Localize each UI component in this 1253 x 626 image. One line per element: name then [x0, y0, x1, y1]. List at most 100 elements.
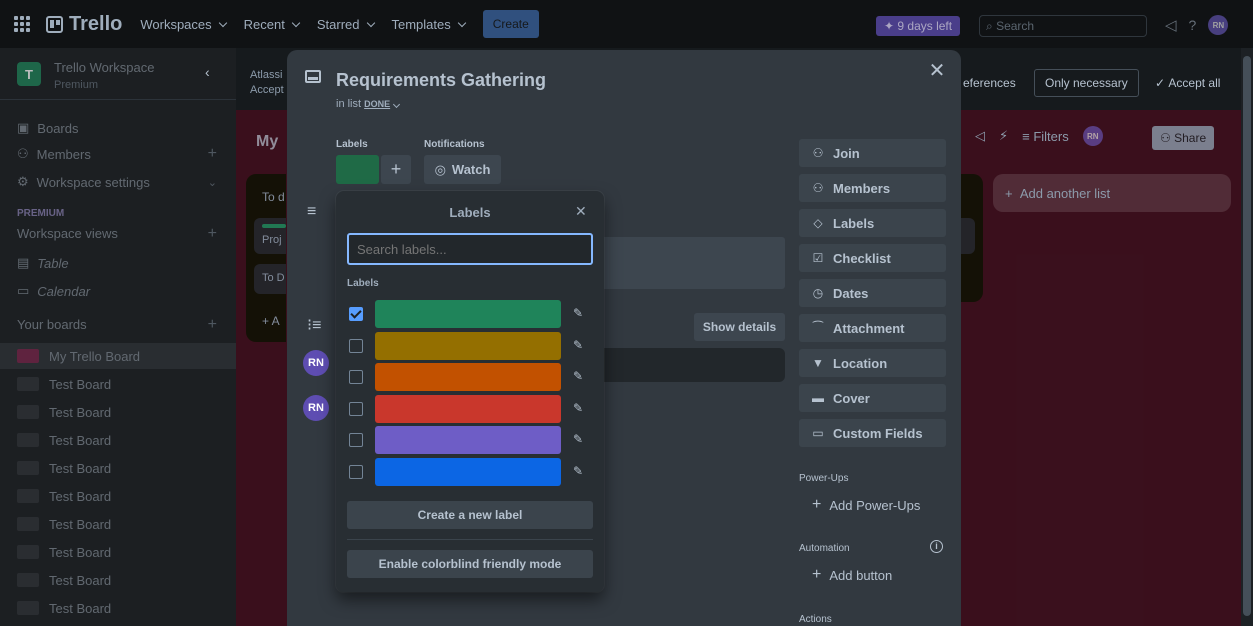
board-item[interactable]: Test Board	[0, 455, 236, 481]
label-swatch-purple[interactable]	[375, 426, 561, 454]
info-icon[interactable]: i	[930, 540, 943, 553]
card-item[interactable]: To D	[254, 264, 286, 294]
label-swatch-orange[interactable]	[375, 363, 561, 391]
board-item[interactable]: Test Board	[0, 511, 236, 537]
list-name-button[interactable]: DONE	[364, 99, 390, 109]
label-checkbox[interactable]	[349, 465, 363, 479]
location-button[interactable]: ▼ Location	[799, 349, 946, 377]
labels-button[interactable]: ◇ Labels	[799, 209, 946, 237]
close-icon[interactable]: ✕	[928, 61, 946, 81]
card-item[interactable]: Proj	[254, 218, 286, 254]
cover-button[interactable]: ▬ Cover	[799, 384, 946, 412]
watch-button[interactable]: ◎ Watch	[424, 155, 501, 184]
colorblind-mode-button[interactable]: Enable colorblind friendly mode	[347, 550, 593, 578]
pencil-icon[interactable]: ✎	[573, 401, 583, 415]
sidebar-item-settings[interactable]: ⚙ Workspace settings ⌄	[17, 174, 217, 190]
custom-fields-button[interactable]: ▭ Custom Fields	[799, 419, 946, 447]
share-button[interactable]: ⚇ Share	[1152, 126, 1215, 150]
search-input[interactable]: ⌕ Search	[979, 15, 1147, 37]
add-list-button[interactable]: + Add another list	[993, 174, 1231, 212]
label-option[interactable]: ✎	[347, 300, 593, 328]
sidebar-item-boards[interactable]: ▣ Boards	[17, 120, 217, 136]
pencil-icon[interactable]: ✎	[573, 306, 583, 320]
scrollbar[interactable]	[1241, 48, 1253, 626]
scrollbar-thumb[interactable]	[1243, 56, 1251, 616]
show-details-button[interactable]: Show details	[694, 313, 785, 341]
create-button[interactable]: Create	[482, 10, 539, 38]
card-label-chip[interactable]	[336, 155, 379, 184]
filters-button[interactable]: ≡ Filters	[1022, 129, 1069, 144]
chevron-down-icon[interactable]	[393, 100, 401, 109]
add-card-button[interactable]: + A	[262, 314, 280, 328]
nav-templates[interactable]: Templates	[392, 17, 466, 32]
board-item[interactable]: My Trello Board	[0, 343, 236, 369]
label-swatch-red[interactable]	[375, 395, 561, 423]
pencil-icon[interactable]: ✎	[573, 464, 583, 478]
attachment-button[interactable]: ⁀ Attachment	[799, 314, 946, 342]
board-title[interactable]: My	[256, 133, 278, 151]
only-necessary-button[interactable]: Only necessary	[1034, 69, 1139, 97]
nav-recent[interactable]: Recent	[244, 17, 301, 32]
board-member-avatar[interactable]: RN	[1082, 126, 1103, 146]
workspace-name[interactable]: Trello Workspace	[54, 60, 154, 75]
accept-all-button[interactable]: ✓ Accept all	[1145, 69, 1230, 97]
label-option[interactable]: ✎	[347, 426, 593, 454]
checklist-button[interactable]: ☑ Checklist	[799, 244, 946, 272]
label-option[interactable]: ✎	[347, 458, 593, 486]
trial-badge[interactable]: ✦ 9 days left	[876, 16, 961, 36]
sidebar-item-table[interactable]: ▤ Table	[17, 255, 217, 271]
pencil-icon[interactable]: ✎	[573, 338, 583, 352]
help-icon[interactable]: ?	[1189, 17, 1197, 33]
label-checkbox[interactable]	[349, 307, 363, 321]
label-option[interactable]: ✎	[347, 363, 593, 391]
list-title[interactable]: To d	[262, 190, 285, 204]
search-labels-input[interactable]	[347, 233, 593, 265]
join-button[interactable]: ⚇ Join	[799, 139, 946, 167]
label-option[interactable]: ✎	[347, 395, 593, 423]
card-title[interactable]: Requirements Gathering	[336, 70, 546, 91]
board-item[interactable]: Test Board	[0, 427, 236, 453]
add-view-icon[interactable]: +	[208, 225, 217, 243]
add-board-icon[interactable]: +	[208, 316, 217, 334]
pencil-icon[interactable]: ✎	[573, 432, 583, 446]
app-switcher-icon[interactable]	[14, 16, 30, 32]
label-checkbox[interactable]	[349, 370, 363, 384]
collapse-sidebar-icon[interactable]: ‹	[205, 64, 210, 80]
chevron-down-icon[interactable]: ⌄	[208, 176, 217, 189]
avatar[interactable]: RN	[1208, 15, 1229, 35]
members-button[interactable]: ⚇ Members	[799, 174, 946, 202]
notifications-icon[interactable]: ◁	[1165, 16, 1177, 34]
label-swatch-green[interactable]	[375, 300, 561, 328]
add-label-button[interactable]: +	[381, 155, 411, 184]
card-item[interactable]	[961, 218, 975, 254]
board-item[interactable]: Test Board	[0, 399, 236, 425]
cookie-preferences-button[interactable]: eferences	[953, 69, 1026, 97]
lightning-icon[interactable]: ⚡	[999, 128, 1008, 144]
sidebar-item-members[interactable]: ⚇ Members +	[17, 145, 217, 163]
label-swatch-yellow[interactable]	[375, 332, 561, 360]
trello-logo[interactable]: Trello	[46, 13, 122, 36]
add-button-button[interactable]: + Add button	[812, 566, 892, 584]
pencil-icon[interactable]: ✎	[573, 369, 583, 383]
dates-button[interactable]: ◷ Dates	[799, 279, 946, 307]
board-item[interactable]: Test Board	[0, 371, 236, 397]
label-checkbox[interactable]	[349, 339, 363, 353]
sidebar-item-calendar[interactable]: ▭ Calendar	[17, 283, 217, 299]
description-editor[interactable]	[597, 237, 785, 289]
board-item[interactable]: Test Board	[0, 483, 236, 509]
board-item[interactable]: Test Board	[0, 567, 236, 593]
label-swatch-blue[interactable]	[375, 458, 561, 486]
label-checkbox[interactable]	[349, 402, 363, 416]
label-checkbox[interactable]	[349, 433, 363, 447]
comment-input[interactable]	[597, 348, 785, 382]
label-option[interactable]: ✎	[347, 332, 593, 360]
add-powerups-button[interactable]: + Add Power-Ups	[812, 496, 920, 514]
close-icon[interactable]: ✕	[575, 203, 587, 220]
board-item[interactable]: Test Board	[0, 595, 236, 621]
board-item[interactable]: Test Board	[0, 539, 236, 565]
create-label-button[interactable]: Create a new label	[347, 501, 593, 529]
nav-workspaces[interactable]: Workspaces	[140, 17, 227, 32]
nav-starred[interactable]: Starred	[317, 17, 375, 32]
automation-icon[interactable]: ◁	[975, 128, 985, 144]
add-member-icon[interactable]: +	[208, 145, 217, 163]
